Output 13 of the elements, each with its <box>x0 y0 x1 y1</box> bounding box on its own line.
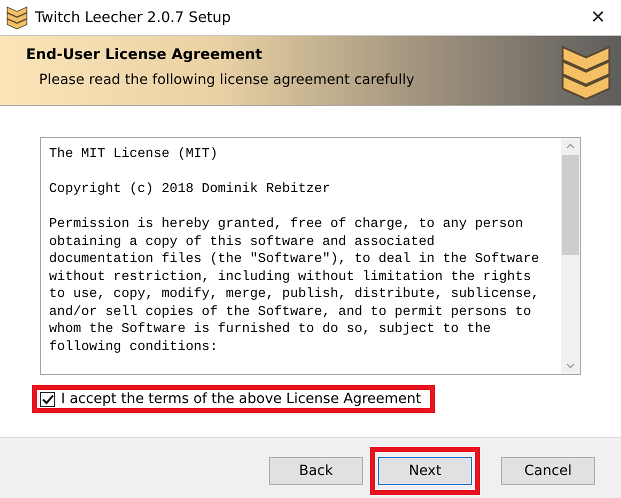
page-subtitle: Please read the following license agreement carefully <box>39 72 416 88</box>
logo-icon <box>560 44 612 102</box>
wizard-button[interactable]: Back <box>269 456 363 484</box>
app-icon <box>6 6 28 30</box>
accept-label[interactable]: I accept the terms of the above License Agreement <box>61 391 422 407</box>
wizard-button[interactable]: Cancel <box>501 456 595 484</box>
window-title: Twitch Leecher 2.0.7 Setup <box>35 10 232 26</box>
license-text: The MIT License (MIT) Copyright (c) 2018 Dominik Rebitzer Permission is hereby granted, free of charge, to any person obtaining a copy of this software and associated documentation files (the "Software"), to deal in the Software without restriction, including without limitation the rights to use, copy, modify, merge, publish, distribute, sublicense, and/or sell copies of the Software, and to permit persons to whom the Software is furnished to do so, subject to the following conditions: <box>48 146 540 356</box>
page-title: End-User License Agreement <box>26 47 264 63</box>
close-button[interactable]: ✕ <box>575 0 621 35</box>
wizard-button[interactable]: Next <box>378 456 472 484</box>
scrollbar[interactable] <box>561 138 580 374</box>
accept-checkbox[interactable] <box>40 392 55 406</box>
